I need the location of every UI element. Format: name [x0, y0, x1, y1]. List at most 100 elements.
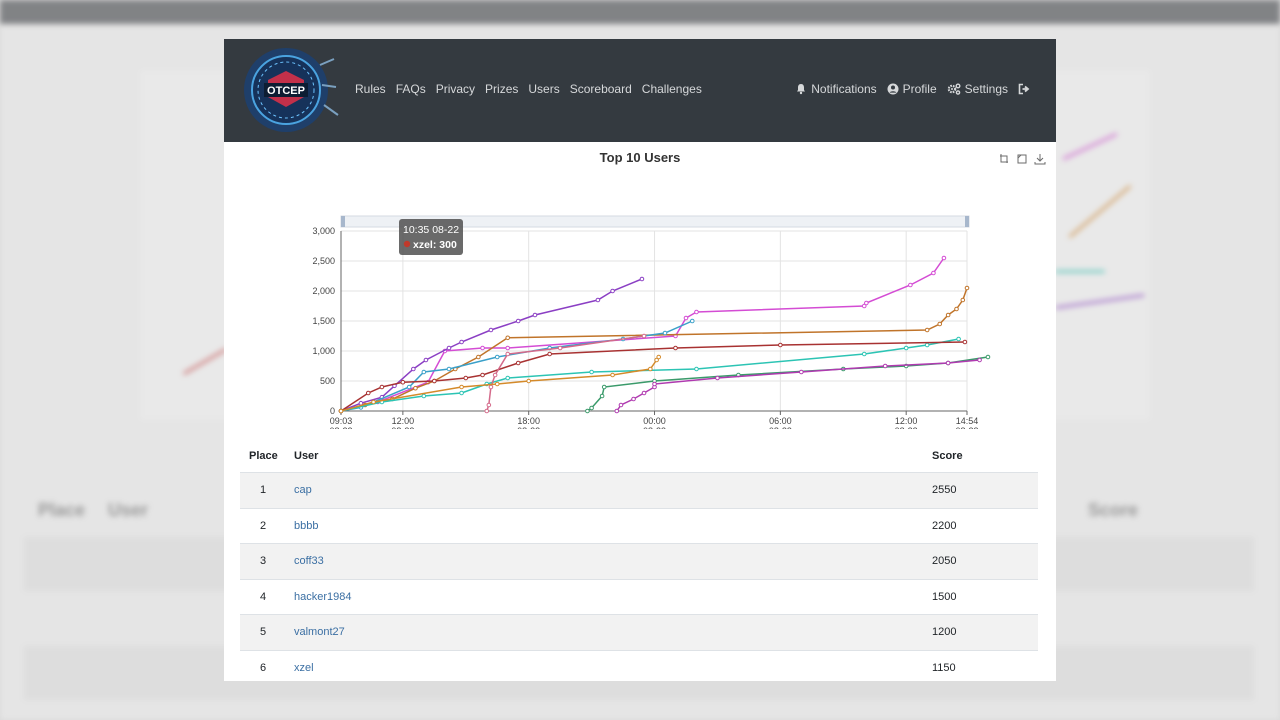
zoom-icon[interactable] [998, 153, 1010, 165]
series-point[interactable] [941, 255, 947, 261]
series-point[interactable] [694, 309, 699, 315]
series-point[interactable] [662, 330, 668, 336]
series-point[interactable] [476, 354, 481, 360]
series-point[interactable] [694, 366, 699, 372]
series-point[interactable] [365, 390, 371, 396]
series-point[interactable] [648, 366, 653, 372]
nav-notifications[interactable]: Notifications [795, 82, 877, 96]
series-point[interactable] [683, 315, 689, 321]
series-point[interactable] [956, 336, 961, 342]
series-point[interactable] [960, 297, 966, 303]
zoom-reset-icon[interactable] [1016, 153, 1028, 165]
series-point[interactable] [931, 270, 936, 276]
row-user-link[interactable]: coff33 [294, 555, 324, 567]
series-point[interactable] [585, 408, 590, 414]
nav-faqs[interactable]: FAQs [396, 82, 426, 96]
series-point[interactable] [494, 354, 500, 360]
series-point[interactable] [488, 384, 494, 390]
series-line-sanictaels[interactable] [616, 359, 980, 412]
series-point[interactable] [411, 366, 416, 372]
series-point[interactable] [400, 379, 406, 385]
series-point[interactable] [432, 378, 437, 384]
series-point[interactable] [954, 306, 959, 312]
series-point[interactable] [526, 378, 531, 384]
series-point[interactable] [599, 393, 605, 399]
series-point[interactable] [484, 408, 490, 414]
scoreboard-chart[interactable]: 05001,0001,5002,0002,5003,00009:0308-221… [224, 169, 1056, 429]
series-point[interactable] [799, 369, 804, 375]
series-point[interactable] [423, 357, 429, 363]
series-point[interactable] [480, 372, 485, 378]
series-point[interactable] [515, 360, 521, 366]
series-point[interactable] [656, 354, 662, 360]
series-point[interactable] [610, 288, 615, 294]
nav-privacy[interactable]: Privacy [436, 82, 475, 96]
series-point[interactable] [595, 297, 601, 303]
otcep-logo[interactable]: OTCEP [238, 45, 342, 135]
row-user-link[interactable]: hacker1984 [294, 591, 352, 603]
series-point[interactable] [861, 351, 867, 357]
nav-users[interactable]: Users [528, 82, 559, 96]
series-point[interactable] [446, 366, 452, 372]
series-point[interactable] [937, 321, 943, 327]
series-line-deNableD[interactable] [586, 356, 989, 412]
series-point[interactable] [421, 393, 427, 399]
slider-handle-right[interactable] [965, 216, 969, 227]
series-point[interactable] [977, 357, 982, 363]
series-point[interactable] [945, 360, 951, 366]
series-point[interactable] [486, 402, 492, 408]
series-point[interactable] [864, 300, 869, 306]
series-point[interactable] [924, 342, 930, 348]
nav-scoreboard[interactable]: Scoreboard [570, 82, 632, 96]
nav-settings[interactable]: Settings [947, 82, 1008, 96]
row-user-link[interactable]: valmont27 [294, 626, 345, 638]
nav-challenges[interactable]: Challenges [642, 82, 702, 96]
series-point[interactable] [547, 351, 552, 357]
series-point[interactable] [778, 342, 783, 348]
series-point[interactable] [459, 339, 464, 345]
series-point[interactable] [505, 375, 511, 381]
series-point[interactable] [962, 339, 968, 345]
series-point[interactable] [488, 327, 494, 333]
series-point[interactable] [589, 405, 594, 411]
series-point[interactable] [908, 282, 913, 288]
series-point[interactable] [505, 335, 511, 341]
series-point[interactable] [689, 318, 695, 324]
series-point[interactable] [494, 381, 500, 387]
series-point[interactable] [652, 381, 657, 387]
series-point[interactable] [641, 333, 647, 339]
nav-rules[interactable]: Rules [355, 82, 386, 96]
nav-prizes[interactable]: Prizes [485, 82, 518, 96]
series-point[interactable] [515, 318, 521, 324]
series-point[interactable] [614, 408, 620, 414]
series-point[interactable] [715, 375, 720, 381]
series-line-pepeMeltdown[interactable] [340, 356, 660, 412]
slider-handle-left[interactable] [341, 216, 345, 227]
series-point[interactable] [641, 390, 647, 396]
series-point[interactable] [557, 345, 563, 351]
series-point[interactable] [673, 345, 678, 351]
series-point[interactable] [421, 369, 427, 375]
series-point[interactable] [610, 372, 615, 378]
series-point[interactable] [480, 345, 485, 351]
series-point[interactable] [601, 384, 607, 390]
row-user-link[interactable]: cap [294, 484, 312, 496]
series-point[interactable] [589, 369, 594, 375]
series-point[interactable] [505, 345, 511, 351]
series-point[interactable] [945, 312, 951, 318]
series-point[interactable] [413, 385, 418, 391]
series-point[interactable] [459, 390, 464, 396]
series-point[interactable] [463, 375, 469, 381]
series-point[interactable] [446, 345, 452, 351]
nav-profile[interactable]: Profile [887, 82, 937, 96]
series-point[interactable] [924, 327, 930, 333]
series-point[interactable] [618, 402, 624, 408]
series-point[interactable] [882, 363, 888, 369]
series-point[interactable] [505, 351, 511, 357]
nav-logout[interactable] [1018, 83, 1030, 95]
series-point[interactable] [371, 399, 376, 405]
series-point[interactable] [459, 384, 464, 390]
series-point[interactable] [338, 408, 344, 414]
series-point[interactable] [532, 312, 538, 318]
series-point[interactable] [964, 285, 970, 291]
